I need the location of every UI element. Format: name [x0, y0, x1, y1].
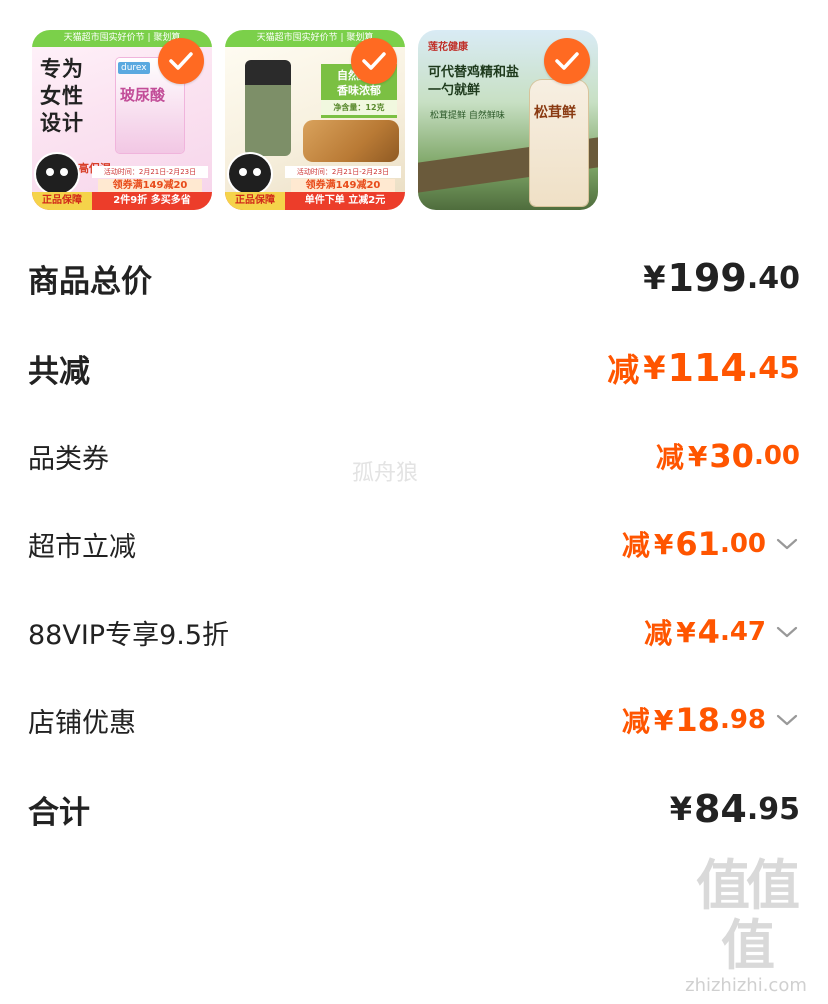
brand-label: 莲花健康 — [428, 42, 468, 53]
product-thumbnail-2[interactable]: 天猫超市囤实好价节 | 聚划算 自然原香 香味浓郁 净含量：12克 活动时间：2… — [225, 30, 405, 210]
promo-headline: 可代替鸡精和盐 一勺就鲜 — [428, 65, 520, 98]
spice-jar — [245, 60, 291, 156]
discount-item-value: 减 ¥ 61 .00 — [622, 524, 800, 564]
bottle-label: 松茸鲜 — [534, 105, 576, 121]
discount-item-label: 超市立减 — [28, 531, 136, 563]
promo-bottom-bar: 正品保障 2件9折 多买多省 — [32, 192, 212, 210]
chevron-down-icon[interactable] — [774, 623, 800, 641]
row-total-price: 商品总价 ¥ 199 .40 — [28, 232, 800, 324]
promo-tag: 2件9折 多买多省 — [113, 195, 191, 206]
promo-bottom-bar: 正品保障 单件下单 立减2元 — [225, 192, 405, 210]
promo-date: 活动时间：2月21日-2月23日 — [92, 166, 208, 178]
site-logo-watermark: 值值值 zhizhizhi.com — [685, 854, 807, 996]
coupon-label: 领券满149减20 — [98, 179, 202, 193]
grand-total-label: 合计 — [28, 794, 90, 831]
promo-sub: 松茸提鲜 自然鲜味 — [430, 111, 505, 121]
coupon-label: 领券满149减20 — [291, 179, 395, 193]
authentic-tag: 正品保障 — [32, 192, 92, 210]
total-price-value: ¥ 199 .40 — [643, 256, 800, 300]
pack-brand-label: durex — [118, 62, 150, 74]
price-summary: 商品总价 ¥ 199 .40 共减 减 ¥ 114 .45 品类券 减 ¥ 30… — [28, 232, 800, 854]
selected-check-icon[interactable] — [544, 38, 590, 84]
food-photo — [303, 120, 399, 162]
discount-item-label: 店铺优惠 — [28, 707, 136, 739]
chevron-down-icon[interactable] — [774, 711, 800, 729]
row-supermarket-discount[interactable]: 超市立减 减 ¥ 61 .00 — [28, 500, 800, 588]
tmall-cat-mascot-icon — [227, 152, 273, 196]
promo-date: 活动时间：2月21日-2月23日 — [285, 166, 401, 178]
row-88vip-discount[interactable]: 88VIP专享9.5折 减 ¥ 4 .47 — [28, 588, 800, 676]
discount-item-value: 减 ¥ 18 .98 — [622, 700, 800, 740]
row-grand-total: 合计 ¥ 84 .95 — [28, 764, 800, 854]
row-store-discount[interactable]: 店铺优惠 减 ¥ 18 .98 — [28, 676, 800, 764]
discount-item-value: 减 ¥ 4 .47 — [644, 612, 800, 652]
grand-total-value: ¥ 84 .95 — [669, 787, 800, 831]
selected-products: 天猫超市囤实好价节 | 聚划算 专为 女性 设计 durex 玻尿酸 高保湿 活… — [32, 30, 812, 212]
discount-item-label: 品类券 — [28, 443, 109, 475]
chevron-down-icon[interactable] — [774, 535, 800, 553]
pack-text: 玻尿酸 — [120, 86, 166, 104]
tmall-cat-mascot-icon — [34, 152, 80, 196]
seasoning-bottle — [530, 80, 588, 206]
discount-item-label: 88VIP专享9.5折 — [28, 619, 230, 651]
promo-headline: 专为 女性 设计 — [40, 57, 84, 135]
discount-item-value: 减 ¥ 30 .00 — [655, 437, 800, 475]
total-discount-label: 共减 — [28, 353, 90, 390]
total-discount-value: 减 ¥ 114 .45 — [607, 346, 800, 390]
selected-check-icon[interactable] — [351, 38, 397, 84]
row-category-coupon: 品类券 减 ¥ 30 .00 — [28, 412, 800, 500]
promo-tag: 单件下单 立减2元 — [304, 195, 386, 206]
authentic-tag: 正品保障 — [225, 192, 285, 210]
row-total-discount: 共减 减 ¥ 114 .45 — [28, 324, 800, 412]
total-price-label: 商品总价 — [28, 263, 152, 300]
product-thumbnail-3[interactable]: 莲花健康 可代替鸡精和盐 一勺就鲜 松茸提鲜 自然鲜味 松茸鲜 — [418, 30, 598, 210]
product-thumbnail-1[interactable]: 天猫超市囤实好价节 | 聚划算 专为 女性 设计 durex 玻尿酸 高保湿 活… — [32, 30, 212, 210]
selected-check-icon[interactable] — [158, 38, 204, 84]
